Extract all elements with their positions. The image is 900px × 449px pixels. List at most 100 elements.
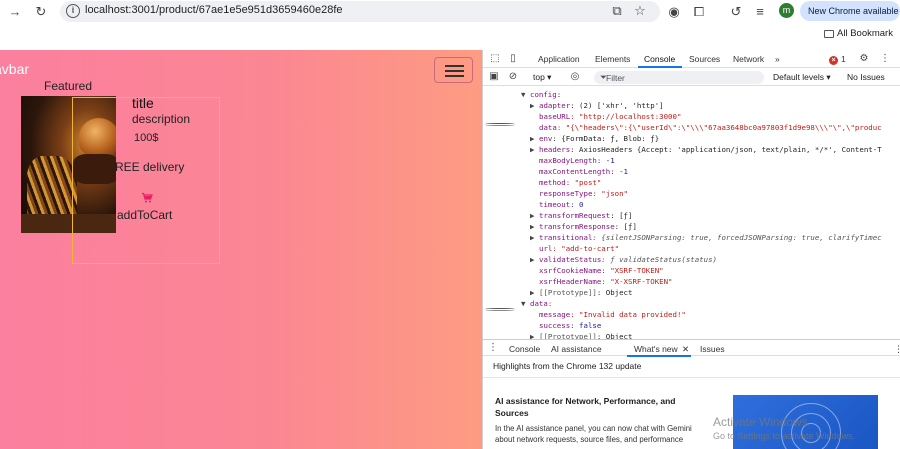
collapse-triangle-icon[interactable]: ▼ (521, 298, 530, 309)
expand-triangle-icon[interactable]: ▶ (530, 232, 539, 243)
install-icon[interactable]: ⧉ (608, 2, 626, 20)
error-count: 1 (841, 54, 846, 64)
sidebar-toggle-icon[interactable]: ▣ (488, 71, 500, 83)
drawer-tab-console[interactable]: Console (509, 344, 540, 354)
filter-input[interactable]: ⏷ Filter (594, 71, 764, 84)
console-key: data (530, 299, 548, 308)
inspect-element-icon[interactable]: ⬚ (489, 53, 501, 65)
console-line: message: "Invalid data provided!" (530, 309, 686, 320)
expand-triangle-icon[interactable]: ▶ (530, 133, 539, 144)
profile-avatar[interactable]: m (779, 3, 794, 18)
chrome-icon[interactable]: ◉ (665, 3, 683, 21)
console-key: xsrfHeaderName (539, 277, 602, 286)
expand-triangle-icon[interactable]: ▶ (530, 210, 539, 221)
console-key: [[Prototype]] (539, 288, 597, 297)
tab-elements[interactable]: Elements (595, 54, 630, 64)
cart-icon[interactable] (141, 192, 153, 204)
console-line[interactable]: ▶ [[Prototype]]: Object (530, 287, 632, 298)
reload-icon[interactable]: ↻ (32, 3, 50, 21)
console-line[interactable]: ▶ transformResponse: [ƒ] (530, 221, 637, 232)
console-value: : (2) ['xhr', 'http'] (570, 101, 664, 110)
tab-console[interactable]: Console (644, 54, 675, 64)
url-text[interactable]: localhost:3001/product/67ae1e5e951d36594… (85, 4, 343, 16)
drawer-tab-bar: ⋮ Console AI assistance What's new ✕ Iss… (483, 339, 900, 357)
console-value: : "add-to-cart" (552, 244, 620, 253)
console-value: : AxiosHeaders {Accept: 'application/jso… (570, 145, 882, 154)
console-key: adapter (539, 101, 571, 110)
site-info-icon[interactable]: i (66, 4, 80, 18)
error-icon: × (829, 56, 838, 65)
new-chrome-available-button[interactable]: New Chrome available (800, 1, 900, 21)
tab-application[interactable]: Application (538, 54, 580, 64)
context-select[interactable]: top ▾ (533, 72, 551, 83)
collapse-triangle-icon[interactable]: ▼ (521, 89, 530, 100)
tab-sources[interactable]: Sources (689, 54, 720, 64)
console-line[interactable]: ▶ transformRequest: [ƒ] (530, 210, 632, 221)
expand-triangle-icon[interactable]: ▶ (530, 287, 539, 298)
expand-triangle-icon[interactable]: ▶ (530, 144, 539, 155)
all-bookmarks-button[interactable]: All Bookmark (837, 28, 893, 39)
drawer-tab-issues[interactable]: Issues (700, 344, 725, 354)
ai-assistance-heading[interactable]: AI assistance for Network, Performance, … (495, 395, 705, 419)
expand-triangle-icon[interactable]: ▶ (530, 221, 539, 232)
console-line[interactable]: ▼ data: (521, 298, 552, 309)
error-count-badge[interactable]: × 1 (829, 54, 846, 65)
console-value: : {silentJSONParsing: true, forcedJSONPa… (592, 233, 882, 242)
console-key: env (539, 134, 553, 143)
drawer-menu-icon[interactable]: ⋮ (487, 342, 499, 354)
annotation-scribble (485, 123, 515, 126)
drawer-tab-ai-assistance[interactable]: AI assistance (551, 344, 602, 354)
activate-windows-watermark: Activate Windows (713, 415, 808, 429)
console-line: method: "post" (530, 177, 601, 188)
more-options-icon[interactable]: ⋮ (879, 53, 891, 65)
log-levels-select[interactable]: Default levels ▾ (773, 72, 831, 83)
reading-list-icon[interactable]: ≡ (751, 3, 769, 21)
console-key: responseType (539, 189, 593, 198)
console-value: : "X-XSRF-TOKEN" (601, 277, 673, 286)
console-filter-bar: ▣ ⊘ top ▾ ◎ ⏷ Filter Default levels ▾ No… (483, 69, 900, 86)
device-toolbar-icon[interactable]: ▯ (507, 53, 519, 65)
expand-triangle-icon[interactable]: ▶ (530, 254, 539, 265)
console-key: transitional (539, 233, 593, 242)
add-to-cart-button[interactable]: addToCart (117, 208, 172, 222)
hamburger-menu-button[interactable] (434, 57, 473, 83)
live-expression-eye-icon[interactable]: ◎ (569, 71, 581, 83)
settings-gear-icon[interactable]: ⚙ (858, 53, 870, 65)
tab-network[interactable]: Network (733, 54, 764, 64)
console-line[interactable]: ▶ adapter: (2) ['xhr', 'http'] (530, 100, 664, 111)
console-line[interactable]: ▼ config: (521, 89, 561, 100)
expand-triangle-icon[interactable]: ▶ (530, 100, 539, 111)
extensions-icon[interactable]: ⧠ (690, 3, 708, 21)
console-line: responseType: "json" (530, 188, 628, 199)
divider (483, 377, 900, 378)
issues-button[interactable]: No Issues (847, 72, 885, 82)
console-line: xsrfHeaderName: "X-XSRF-TOKEN" (530, 276, 673, 287)
star-icon[interactable]: ☆ (631, 2, 649, 20)
console-line[interactable]: ▶ headers: AxiosHeaders {Accept: 'applica… (530, 144, 882, 155)
console-line[interactable]: ▶ validateStatus: ƒ validateStatus(status… (530, 254, 717, 265)
sync-icon[interactable]: ↺ (727, 3, 745, 21)
product-description: description (132, 112, 191, 126)
console-key: transformResponse (539, 222, 615, 231)
console-line: maxBodyLength: -1 (530, 155, 615, 166)
more-tabs-button[interactable]: » (775, 54, 780, 64)
address-bar[interactable]: i localhost:3001/product/67ae1e5e951d365… (60, 1, 660, 22)
console-value: : (547, 299, 553, 308)
console-value: : [ƒ] (614, 222, 637, 231)
drawer-more-icon[interactable]: ⋮ (894, 344, 900, 355)
console-line[interactable]: ▶ [[Prototype]]: Object (530, 331, 632, 339)
forward-arrow-icon[interactable]: → (6, 3, 24, 21)
console-value: : "XSRF-TOKEN" (601, 266, 664, 275)
console-value: : ƒ validateStatus(status) (601, 255, 717, 264)
console-line[interactable]: ▶ env: {FormData: ƒ, Blob: ƒ} (530, 133, 659, 144)
expand-triangle-icon[interactable]: ▶ (530, 331, 539, 339)
console-output[interactable]: ▼ config: ▶ adapter: (2) ['xhr', 'http'] bas… (483, 87, 900, 339)
navbar-brand[interactable]: avbar (0, 61, 29, 77)
console-value: : "Invalid data provided!" (570, 310, 686, 319)
console-line[interactable]: ▶ transitional: {silentJSONParsing: true,… (530, 232, 882, 243)
ai-assistance-body: In the AI assistance panel, you can now … (495, 424, 692, 444)
drawer-tab-whats-new[interactable]: What's new (634, 344, 678, 354)
close-tab-icon[interactable]: ✕ (682, 344, 689, 355)
clear-console-icon[interactable]: ⊘ (507, 71, 519, 83)
console-value: : "json" (592, 189, 629, 198)
